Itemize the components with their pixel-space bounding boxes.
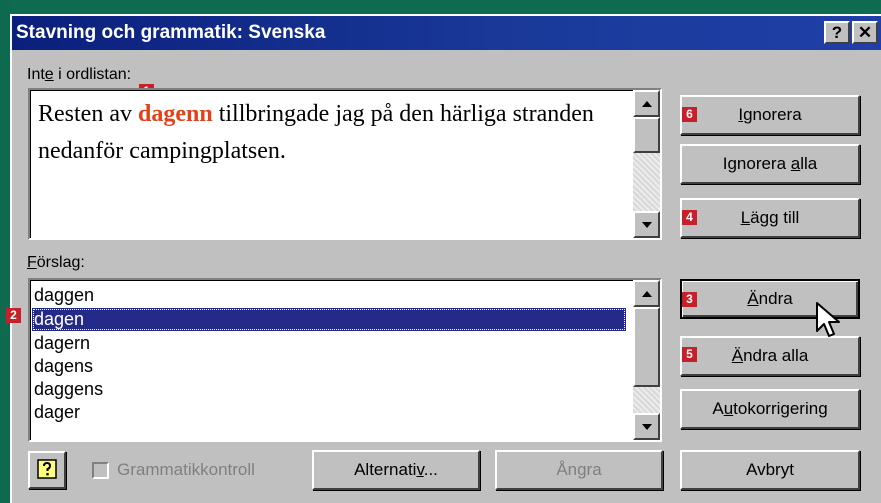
callout-badge-5: 5 bbox=[682, 347, 697, 362]
ignore-all-button[interactable]: Ignorera alla bbox=[680, 144, 860, 184]
help-button[interactable] bbox=[28, 451, 66, 489]
grammar-check-checkbox[interactable] bbox=[92, 462, 109, 479]
not-in-dictionary-label: Inte i ordlistan: bbox=[27, 66, 132, 83]
arrow-down-icon[interactable] bbox=[633, 413, 660, 440]
suggestion-item[interactable]: dagens bbox=[32, 355, 626, 378]
textbox-scrollbar[interactable] bbox=[633, 90, 660, 238]
change-all-button[interactable]: Ändra alla bbox=[680, 336, 860, 376]
cancel-button[interactable]: Avbryt bbox=[680, 450, 860, 490]
undo-button[interactable]: Ångra bbox=[495, 450, 663, 490]
spelling-grammar-dialog: Stavning och grammatik: Svenska ? ✕ Inte… bbox=[6, 14, 881, 503]
not-in-dictionary-textbox[interactable]: Resten av dagenn tillbringade jag på den… bbox=[28, 88, 662, 240]
textbox-scroll-thumb[interactable] bbox=[633, 117, 660, 153]
autocorrect-button[interactable]: Autokorrigering bbox=[680, 389, 860, 429]
suggestion-item[interactable]: daggen bbox=[32, 284, 626, 307]
close-button[interactable]: ✕ bbox=[852, 21, 878, 44]
suggestion-item[interactable]: dagern bbox=[32, 332, 626, 355]
mouse-pointer-icon bbox=[816, 302, 840, 337]
callout-badge-2: 2 bbox=[6, 308, 21, 323]
options-button[interactable]: Alternativ... bbox=[312, 450, 480, 490]
callout-badge-6: 6 bbox=[682, 107, 697, 122]
help-question-icon bbox=[37, 459, 57, 479]
misspelled-word: dagenn bbox=[137, 101, 213, 127]
suggestions-scroll-thumb[interactable] bbox=[633, 307, 660, 387]
callout-badge-4: 4 bbox=[682, 210, 697, 225]
sentence-text[interactable]: Resten av dagenn tillbringade jag på den… bbox=[38, 96, 628, 170]
background-strip bbox=[0, 0, 10, 503]
grammar-check-label: Grammatikkontroll bbox=[117, 460, 255, 479]
title-bar: Stavning och grammatik: Svenska bbox=[12, 16, 881, 50]
arrow-up-icon[interactable] bbox=[633, 280, 660, 307]
arrow-down-icon[interactable] bbox=[633, 211, 660, 238]
suggestions-label: Förslag: bbox=[27, 254, 85, 271]
suggestion-item[interactable]: dager bbox=[32, 401, 626, 424]
window-title: Stavning och grammatik: Svenska bbox=[16, 22, 326, 43]
ignore-button[interactable]: Ignorera bbox=[680, 95, 860, 135]
suggestions-scrollbar[interactable] bbox=[633, 280, 660, 440]
help-title-button[interactable]: ? bbox=[824, 21, 850, 44]
suggestion-item-selected[interactable]: dagen bbox=[32, 308, 626, 331]
help-title-label: ? bbox=[831, 22, 843, 42]
callout-badge-3: 3 bbox=[682, 292, 697, 307]
close-icon: ✕ bbox=[857, 22, 873, 42]
arrow-up-icon[interactable] bbox=[633, 90, 660, 117]
suggestion-item[interactable]: daggens bbox=[32, 378, 626, 401]
suggestions-list[interactable]: daggen dagen dagern dagens daggens dager bbox=[28, 278, 662, 442]
add-button[interactable]: Lägg till bbox=[680, 198, 860, 238]
